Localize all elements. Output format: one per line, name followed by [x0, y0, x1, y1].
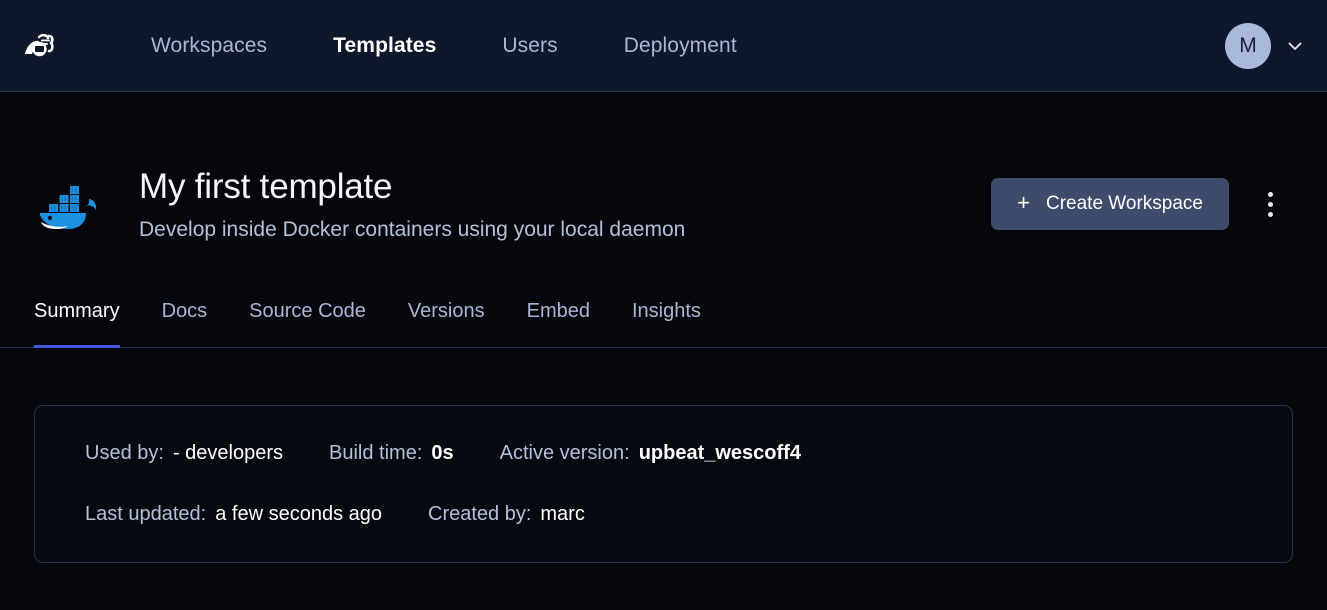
stat-label: Active version:	[499, 442, 630, 464]
create-workspace-label: Create Workspace	[1046, 193, 1203, 214]
avatar[interactable]: M	[1225, 22, 1271, 69]
stat-label: Build time:	[329, 442, 423, 464]
plus-icon: +	[1017, 190, 1030, 215]
top-navigation-bar: Workspaces Templates Users Deployment M	[0, 0, 1327, 92]
stat-label: Created by:	[428, 503, 532, 525]
stat-build-time: Build time: 0s	[329, 442, 454, 465]
stat-label: Last updated:	[85, 503, 207, 525]
stat-last-updated: Last updated: a few seconds ago	[85, 503, 382, 526]
stat-created-by: Created by: marc	[428, 503, 585, 526]
stat-value: - developers	[172, 442, 283, 464]
tab-insights[interactable]: Insights	[632, 290, 701, 348]
nav-link-workspaces[interactable]: Workspaces	[118, 34, 300, 58]
template-actions: + Create Workspace	[991, 164, 1291, 230]
tab-versions[interactable]: Versions	[408, 290, 485, 348]
page-content: My first template Develop inside Docker …	[0, 92, 1327, 563]
stats-row-primary: Used by: - developers Build time: 0s Act…	[35, 442, 1292, 465]
coder-logo[interactable]	[20, 26, 60, 66]
more-options-icon[interactable]	[1249, 183, 1291, 225]
stat-active-version: Active version: upbeat_wescoff4	[500, 442, 801, 465]
kebab-dot	[1267, 191, 1273, 197]
tab-summary[interactable]: Summary	[34, 290, 120, 348]
create-workspace-button[interactable]: + Create Workspace	[991, 178, 1229, 230]
tab-source-code[interactable]: Source Code	[249, 290, 366, 348]
template-tabs: Summary Docs Source Code Versions Embed …	[0, 290, 1327, 348]
template-stats-card: Used by: - developers Build time: 0s Act…	[34, 405, 1293, 563]
stat-value: 0s	[431, 442, 454, 464]
tab-embed[interactable]: Embed	[527, 290, 590, 348]
page-title: My first template	[139, 167, 393, 206]
nav-link-templates[interactable]: Templates	[300, 34, 469, 58]
stats-row-secondary: Last updated: a few seconds ago Created …	[35, 503, 1292, 526]
template-title-block: My first template Develop inside Docker …	[139, 164, 685, 244]
template-description: Develop inside Docker containers using y…	[139, 218, 686, 242]
user-menu[interactable]: M	[1225, 22, 1305, 69]
kebab-dot	[1267, 211, 1273, 217]
chevron-down-icon[interactable]	[1285, 36, 1305, 56]
stat-value[interactable]: upbeat_wescoff4	[639, 442, 801, 465]
tab-docs[interactable]: Docs	[162, 290, 208, 348]
stat-label: Used by:	[85, 442, 164, 464]
template-header: My first template Develop inside Docker …	[0, 92, 1327, 244]
kebab-dot	[1267, 201, 1273, 207]
nav-link-users[interactable]: Users	[469, 34, 590, 58]
stat-used-by: Used by: - developers	[85, 442, 283, 465]
main-nav-links: Workspaces Templates Users Deployment	[118, 34, 770, 58]
stat-value: marc	[540, 503, 585, 525]
stat-value: a few seconds ago	[215, 503, 382, 525]
nav-link-deployment[interactable]: Deployment	[591, 34, 770, 58]
docker-whale-icon	[34, 172, 106, 244]
